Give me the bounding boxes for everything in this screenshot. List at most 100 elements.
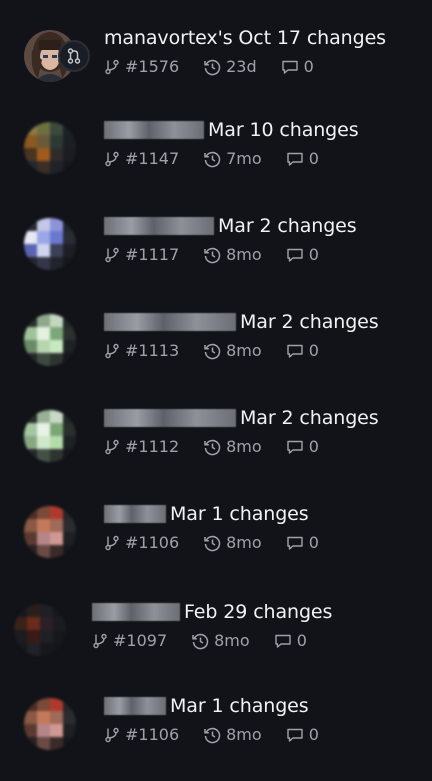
history-icon bbox=[204, 151, 221, 167]
avatar-pixel bbox=[63, 449, 76, 462]
avatar-pixel bbox=[50, 314, 63, 327]
history-icon bbox=[204, 439, 221, 455]
avatar-pixel bbox=[37, 506, 50, 519]
comments: 0 bbox=[286, 725, 319, 744]
avatar-pixel bbox=[24, 314, 37, 327]
branch-icon bbox=[105, 727, 119, 742]
avatar-pixel bbox=[27, 630, 40, 643]
avatar-pixel bbox=[50, 519, 63, 532]
avatar-pixel bbox=[37, 436, 50, 449]
avatar-pixel bbox=[63, 122, 76, 135]
pr-number: #1106 bbox=[104, 725, 179, 744]
avatar-pixel bbox=[27, 643, 40, 656]
item-title[interactable]: Mar 2 changes bbox=[104, 311, 379, 333]
branch-icon bbox=[105, 151, 119, 166]
item-title[interactable]: Mar 1 changes bbox=[104, 695, 309, 717]
avatar-pixel bbox=[63, 244, 76, 257]
avatar-pixel bbox=[27, 617, 40, 630]
age: 8mo bbox=[203, 725, 262, 744]
avatar-pixel bbox=[63, 724, 76, 737]
list-item[interactable]: Mar 2 changes #1112 8mo 0 bbox=[0, 407, 432, 506]
pr-number: #1113 bbox=[104, 341, 179, 360]
avatar-pixel bbox=[50, 724, 63, 737]
avatar-pixel bbox=[24, 532, 37, 545]
history-icon bbox=[204, 247, 221, 263]
avatar-pixel bbox=[63, 423, 76, 436]
list-item[interactable]: Mar 2 changes #1113 8mo 0 bbox=[0, 311, 432, 410]
pr-number: #1097 bbox=[92, 631, 167, 650]
avatar-pixel bbox=[50, 737, 63, 750]
avatar-pixel bbox=[24, 410, 37, 423]
item-title[interactable]: Mar 10 changes bbox=[104, 119, 359, 141]
item-title[interactable]: manavortex's Oct 17 changes bbox=[104, 27, 386, 49]
avatar-pixel bbox=[24, 724, 37, 737]
item-meta: #1106 8mo 0 bbox=[104, 533, 343, 552]
list-item[interactable]: manavortex's Oct 17 changes #1576 23d 0 bbox=[0, 27, 432, 126]
avatar-pixel bbox=[37, 244, 50, 257]
list-item[interactable]: Mar 2 changes #1117 8mo 0 bbox=[0, 215, 432, 314]
avatar-pixel bbox=[40, 604, 53, 617]
avatar-pixel bbox=[63, 148, 76, 161]
age: 8mo bbox=[203, 437, 262, 456]
comment-icon bbox=[286, 344, 303, 358]
avatar-pixel bbox=[37, 410, 50, 423]
avatar-pixel bbox=[24, 423, 37, 436]
avatar-pixel bbox=[24, 545, 37, 558]
avatar-pixel bbox=[24, 218, 37, 231]
item-meta: #1112 8mo 0 bbox=[104, 437, 343, 456]
avatar-pixel bbox=[50, 148, 63, 161]
avatar-pixel bbox=[50, 436, 63, 449]
list-item[interactable]: Mar 10 changes #1147 7mo 0 bbox=[0, 119, 432, 218]
age: 23d bbox=[203, 57, 257, 76]
avatar-pixel bbox=[37, 532, 50, 545]
item-title[interactable]: Mar 2 changes bbox=[104, 215, 357, 237]
list-item[interactable]: Mar 1 changes #1106 8mo 0 bbox=[0, 503, 432, 602]
avatar-pixel bbox=[37, 231, 50, 244]
avatar-pixel bbox=[63, 532, 76, 545]
avatar-pixel bbox=[53, 617, 66, 630]
comments: 0 bbox=[286, 341, 319, 360]
comment-icon bbox=[286, 440, 303, 454]
comments: 0 bbox=[286, 533, 319, 552]
item-title[interactable]: Feb 29 changes bbox=[92, 601, 332, 623]
comments: 0 bbox=[286, 437, 319, 456]
redacted-username bbox=[104, 121, 204, 139]
item-title[interactable]: Mar 2 changes bbox=[104, 407, 379, 429]
avatar-pixel bbox=[50, 353, 63, 366]
branch-icon bbox=[105, 439, 119, 454]
avatar-pixel bbox=[24, 698, 37, 711]
avatar-pixel bbox=[50, 532, 63, 545]
avatar-pixel bbox=[37, 135, 50, 148]
avatar-pixel bbox=[50, 135, 63, 148]
list-item[interactable]: Feb 29 changes #1097 8mo 0 bbox=[0, 601, 432, 700]
comment-icon bbox=[286, 536, 303, 550]
avatar-pixel bbox=[37, 327, 50, 340]
list-item[interactable]: Mar 1 changes #1106 8mo 0 bbox=[0, 695, 432, 781]
avatar bbox=[24, 410, 76, 462]
avatar-pixel bbox=[63, 711, 76, 724]
avatar-pixel bbox=[37, 711, 50, 724]
avatar-pixel bbox=[63, 506, 76, 519]
avatar-pixel bbox=[63, 545, 76, 558]
avatar bbox=[14, 604, 66, 656]
age: 8mo bbox=[203, 533, 262, 552]
avatar-pixel bbox=[40, 630, 53, 643]
avatar-pixel bbox=[27, 604, 40, 617]
avatar-pixel bbox=[63, 519, 76, 532]
avatar-pixel bbox=[50, 122, 63, 135]
branch-icon bbox=[105, 247, 119, 262]
age: 8mo bbox=[203, 341, 262, 360]
comment-icon bbox=[281, 60, 298, 74]
avatar-pixel bbox=[50, 257, 63, 270]
avatar-pixel bbox=[37, 257, 50, 270]
avatar-pixel bbox=[50, 506, 63, 519]
redacted-username bbox=[104, 409, 236, 427]
comment-icon bbox=[286, 248, 303, 262]
avatar-pixel bbox=[14, 617, 27, 630]
avatar-pixel bbox=[63, 231, 76, 244]
item-title[interactable]: Mar 1 changes bbox=[104, 503, 309, 525]
avatar-pixel bbox=[24, 449, 37, 462]
avatar-pixel bbox=[37, 519, 50, 532]
avatar-pixel bbox=[63, 135, 76, 148]
avatar-pixel bbox=[24, 161, 37, 174]
